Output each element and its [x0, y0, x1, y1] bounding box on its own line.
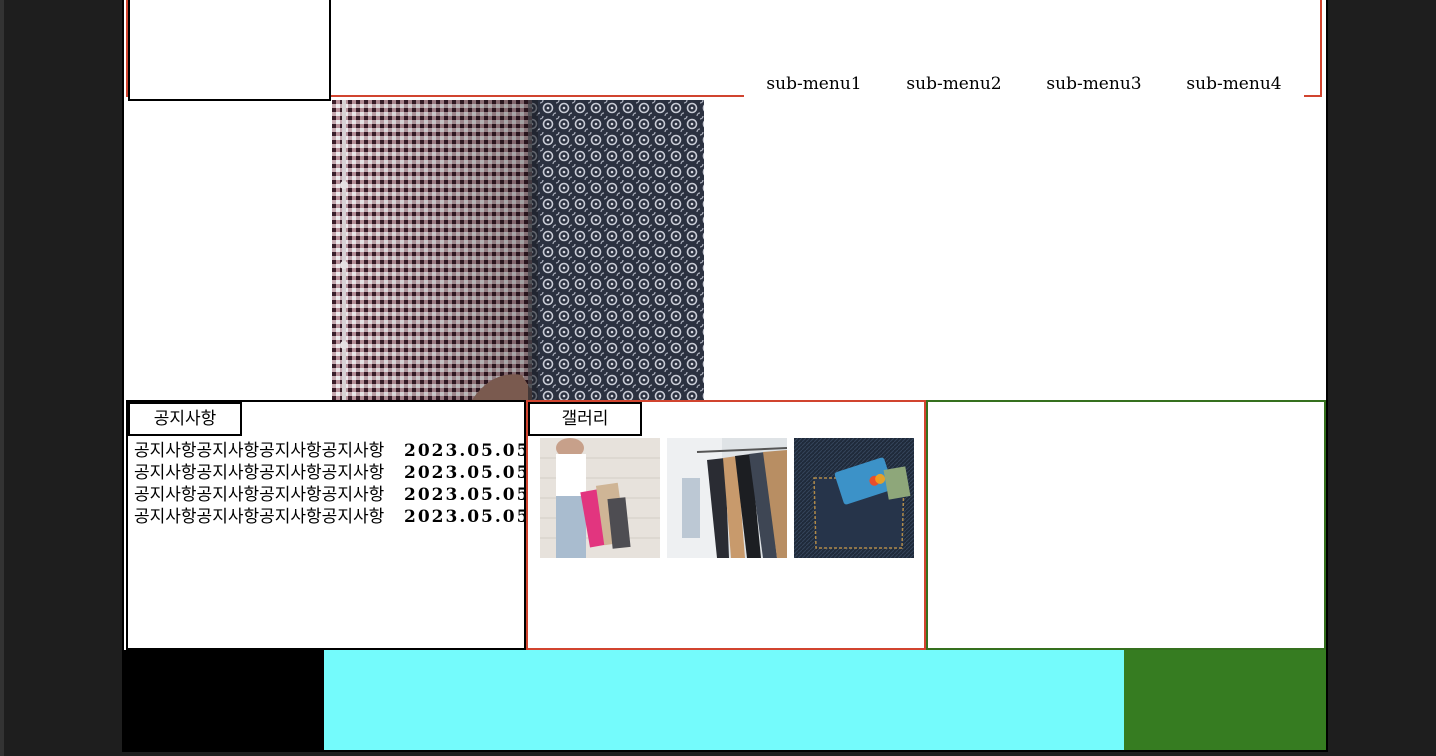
- gallery-section: 갤러리: [526, 400, 926, 650]
- gallery-tab[interactable]: 갤러리: [528, 402, 642, 436]
- nav-item-sub-menu4[interactable]: sub-menu4: [1164, 72, 1304, 96]
- footer-logo: [124, 650, 324, 750]
- notice-date: 2023.05.05: [404, 507, 526, 527]
- gallery-thumb-shopping-bags[interactable]: [540, 438, 660, 558]
- nav-item-sub-menu2[interactable]: sub-menu2: [884, 72, 1024, 96]
- notice-item[interactable]: 공지사항공지사항공지사항공지사항 2023.05.05: [134, 484, 526, 506]
- notice-date: 2023.05.05: [404, 441, 526, 461]
- notice-title[interactable]: 공지사항공지사항공지사항공지사항: [134, 506, 404, 528]
- notice-tab[interactable]: 공지사항: [128, 402, 242, 436]
- banner-section: [926, 400, 1326, 650]
- main-slider-image: [332, 100, 704, 400]
- window-edge: [0, 0, 4, 756]
- notice-item[interactable]: 공지사항공지사항공지사항공지사항 2023.05.05: [134, 440, 526, 462]
- header: sub-menu1 sub-menu2 sub-menu3 sub-menu4: [124, 0, 1326, 102]
- footer-sns: [1124, 650, 1326, 750]
- footer: [124, 650, 1326, 750]
- logo-box[interactable]: [128, 0, 331, 101]
- gallery-thumb-jeans-pocket[interactable]: [794, 438, 914, 558]
- notice-item[interactable]: 공지사항공지사항공지사항공지사항 2023.05.05: [134, 506, 526, 528]
- notice-date: 2023.05.05: [404, 485, 526, 505]
- nav-item-sub-menu3[interactable]: sub-menu3: [1024, 72, 1164, 96]
- nav-item-sub-menu1[interactable]: sub-menu1: [744, 72, 884, 96]
- footer-copyright: [324, 650, 1124, 750]
- notice-list: 공지사항공지사항공지사항공지사항 2023.05.05 공지사항공지사항공지사항…: [134, 440, 526, 528]
- main-nav: sub-menu1 sub-menu2 sub-menu3 sub-menu4: [744, 72, 1304, 96]
- notice-section: 공지사항 공지사항공지사항공지사항공지사항 2023.05.05 공지사항공지사…: [126, 400, 526, 650]
- page-wrapper: sub-menu1 sub-menu2 sub-menu3 sub-menu4: [122, 0, 1328, 752]
- notice-title[interactable]: 공지사항공지사항공지사항공지사항: [134, 462, 404, 484]
- notice-title[interactable]: 공지사항공지사항공지사항공지사항: [134, 440, 404, 462]
- gallery-thumbnails: [540, 438, 914, 558]
- gallery-thumb-clothes-rack[interactable]: [667, 438, 787, 558]
- notice-date: 2023.05.05: [404, 463, 526, 483]
- notice-item[interactable]: 공지사항공지사항공지사항공지사항 2023.05.05: [134, 462, 526, 484]
- notice-title[interactable]: 공지사항공지사항공지사항공지사항: [134, 484, 404, 506]
